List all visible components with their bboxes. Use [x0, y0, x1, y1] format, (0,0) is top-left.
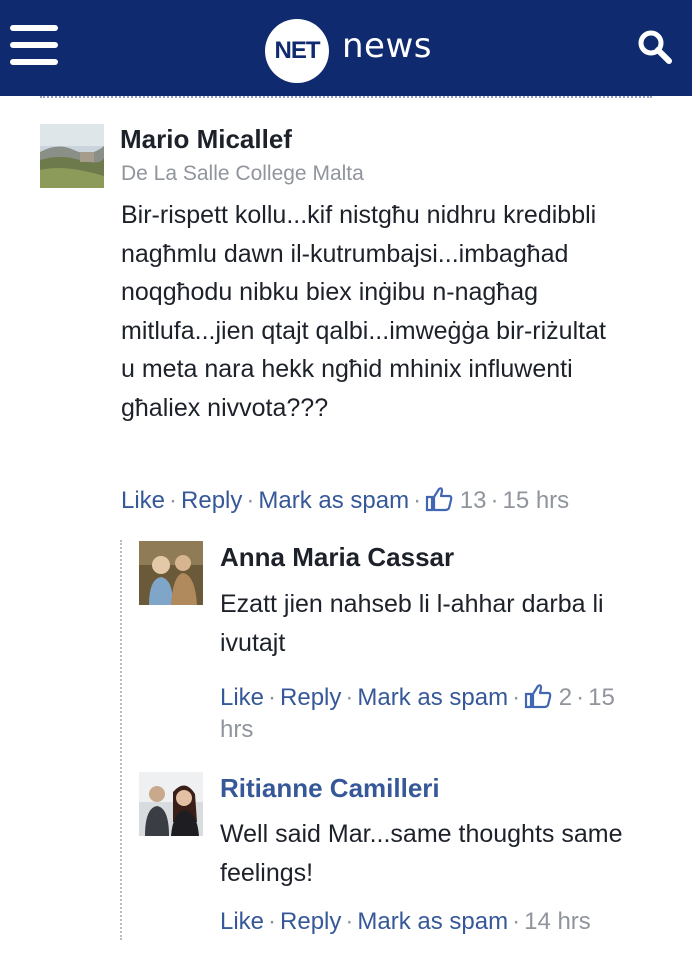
- avatar[interactable]: [40, 124, 104, 188]
- mark-as-spam-button[interactable]: Mark as spam: [258, 487, 409, 514]
- avatar[interactable]: [139, 541, 203, 605]
- separator: [40, 96, 652, 98]
- comment-actions: Like · Reply · Mark as spam · 13 · 15 hrs: [121, 486, 570, 514]
- comment-text: Ezatt jien nahseb li l-ahhar darba li iv…: [220, 590, 604, 657]
- reply-button[interactable]: Reply: [280, 908, 341, 935]
- avatar[interactable]: [139, 772, 203, 836]
- logo-text: NET: [274, 37, 321, 64]
- comment-author[interactable]: Ritianne Camilleri: [220, 773, 440, 804]
- reply-button[interactable]: Reply: [181, 487, 242, 514]
- replies-thread-line: [120, 540, 122, 940]
- like-button[interactable]: Like: [121, 487, 165, 514]
- thumbs-up-icon: [524, 683, 552, 709]
- brand-name: news: [342, 26, 432, 66]
- comment-affiliation[interactable]: De La Salle College Malta: [121, 162, 364, 186]
- comment-text: Bir-rispett kollu...kif nistgħu nidhru k…: [121, 201, 606, 422]
- like-count[interactable]: 2: [559, 684, 572, 711]
- comment-time: 15 hrs: [502, 487, 570, 514]
- comment-author[interactable]: Anna Maria Cassar: [220, 542, 454, 573]
- reply-button[interactable]: Reply: [280, 684, 341, 711]
- search-icon[interactable]: [636, 28, 676, 68]
- like-button[interactable]: Like: [220, 684, 264, 711]
- like-count[interactable]: 13: [460, 487, 487, 514]
- comment-actions: Like · Reply · Mark as spam · 14 hrs: [220, 908, 591, 935]
- hamburger-icon[interactable]: [10, 25, 58, 65]
- mark-as-spam-button[interactable]: Mark as spam: [357, 684, 508, 711]
- comment-actions: Like · Reply · Mark as spam · 2 · 15 hrs: [220, 683, 615, 743]
- comment-text: Well said Mar...same thoughts same feeli…: [220, 820, 623, 887]
- comment-author[interactable]: Mario Micallef: [120, 124, 292, 155]
- like-button[interactable]: Like: [220, 908, 264, 935]
- thumbs-up-icon: [425, 486, 453, 512]
- mark-as-spam-button[interactable]: Mark as spam: [357, 908, 508, 935]
- net-logo[interactable]: NET: [265, 19, 329, 83]
- comment-time: 14 hrs: [524, 908, 591, 935]
- app-header: NET news: [0, 0, 692, 96]
